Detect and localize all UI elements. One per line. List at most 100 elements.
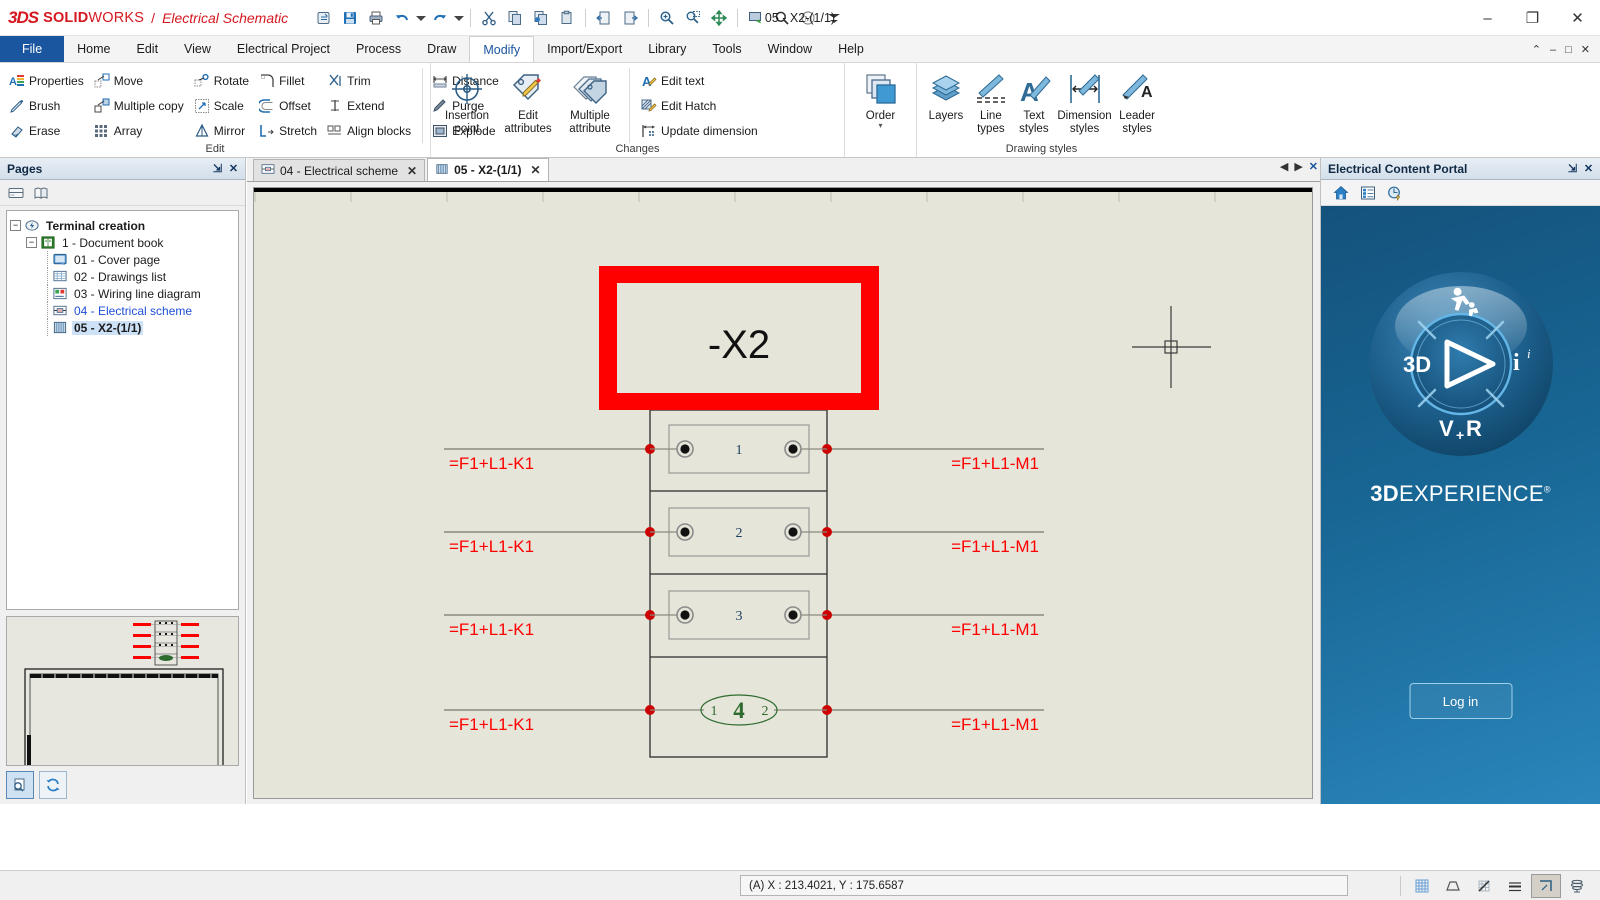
edit-text-button[interactable]: A Edit text (638, 68, 765, 93)
go-to-icon[interactable] (744, 6, 768, 30)
paste-icon[interactable] (555, 6, 579, 30)
menu-window[interactable]: Window (755, 36, 825, 62)
tree-node-cover-page[interactable]: 01 - Cover page (10, 251, 235, 268)
cut-icon[interactable] (477, 6, 501, 30)
menu-help[interactable]: Help (825, 36, 877, 62)
more-icon[interactable] (822, 6, 846, 30)
dimension-styles-button[interactable]: Dimension styles (1055, 68, 1114, 137)
menu-import-export[interactable]: Import/Export (534, 36, 635, 62)
tree-expander-book[interactable]: − (26, 237, 37, 248)
erase-button[interactable]: Erase (6, 118, 91, 143)
print-icon[interactable] (364, 6, 388, 30)
pages-close-icon[interactable]: ✕ (226, 161, 241, 176)
update-dimension-button[interactable]: Update dimension (638, 118, 765, 143)
copy-icon[interactable] (503, 6, 527, 30)
tab-x2[interactable]: 05 - X2-(1/1) ✕ (427, 158, 549, 181)
minimize-button[interactable]: – (1465, 0, 1510, 36)
edit-attributes-button[interactable]: Edit attributes (497, 68, 559, 137)
fillet-button[interactable]: Fillet (256, 68, 324, 93)
tree-node-document-book[interactable]: − 1 - Document book (10, 234, 235, 251)
ecp-pin-icon[interactable]: ⇲ (1565, 161, 1580, 176)
properties-button[interactable]: A Properties (6, 68, 91, 93)
zoom-in-icon[interactable] (655, 6, 679, 30)
scale-button[interactable]: Scale (191, 93, 256, 118)
search-icon[interactable] (770, 6, 794, 30)
menu-home[interactable]: Home (64, 36, 123, 62)
order-caret-icon[interactable]: ▾ (878, 121, 882, 130)
page-preview[interactable] (6, 616, 239, 766)
doc-close-icon[interactable]: ✕ (1581, 43, 1590, 56)
ecp-close-icon[interactable]: ✕ (1581, 161, 1596, 176)
edit-hatch-button[interactable]: Edit Hatch (638, 93, 765, 118)
mirror-button[interactable]: Mirror (191, 118, 256, 143)
print-preview-icon[interactable] (1562, 874, 1592, 898)
multiple-copy-button[interactable]: Multiple copy (91, 93, 191, 118)
tree-node-wiring-line-diagram[interactable]: 03 - Wiring line diagram (10, 285, 235, 302)
redo-dropdown-icon[interactable] (454, 6, 465, 30)
order-button[interactable]: Order ▾ (851, 68, 910, 131)
tab-close-icon-x2[interactable]: ✕ (530, 163, 540, 177)
text-styles-button[interactable]: A Text styles (1013, 68, 1055, 137)
export-icon[interactable] (618, 6, 642, 30)
mark-icon[interactable]: M (796, 6, 820, 30)
offset-button[interactable]: Offset (256, 93, 324, 118)
menu-modify[interactable]: Modify (469, 36, 535, 62)
tree-node-x2-terminal[interactable]: 05 - X2-(1/1) (10, 319, 235, 336)
login-button[interactable]: Log in (1409, 683, 1512, 719)
tab-close-all-icon[interactable]: ✕ (1309, 160, 1318, 173)
menu-library[interactable]: Library (635, 36, 699, 62)
polar-toggle-icon[interactable] (1531, 873, 1561, 898)
lineweight-toggle-icon[interactable] (1500, 874, 1530, 898)
array-button[interactable]: Array (91, 118, 191, 143)
menu-edit[interactable]: Edit (124, 36, 172, 62)
redo-icon[interactable] (428, 6, 452, 30)
tab-prev-icon[interactable]: ◀ (1280, 160, 1288, 173)
insertion-point-button[interactable]: Insertion point (437, 68, 497, 137)
multiple-attribute-button[interactable]: Multiple attribute (559, 68, 621, 137)
pan-icon[interactable] (707, 6, 731, 30)
save-icon[interactable] (338, 6, 362, 30)
tab-next-icon[interactable]: ▶ (1294, 160, 1302, 173)
restore-button[interactable]: ❐ (1510, 0, 1555, 36)
import-icon[interactable] (592, 6, 616, 30)
tree-node-terminal-creation[interactable]: − Terminal creation (10, 217, 235, 234)
doc-restore-icon[interactable]: □ (1565, 44, 1572, 56)
zoom-window-icon[interactable] (681, 6, 705, 30)
menu-file[interactable]: File (0, 36, 65, 62)
trim-button[interactable]: Trim (324, 68, 418, 93)
menu-view[interactable]: View (171, 36, 224, 62)
ortho-toggle-icon[interactable] (1438, 874, 1468, 898)
undo-icon[interactable] (390, 6, 414, 30)
leader-styles-button[interactable]: A Leader styles (1114, 68, 1160, 137)
new-document-icon[interactable] (312, 6, 336, 30)
preview-refresh-button[interactable] (39, 771, 67, 799)
layers-button[interactable]: Layers (923, 68, 969, 137)
doc-minimize-icon[interactable]: – (1550, 44, 1556, 56)
book-view-icon[interactable] (30, 182, 52, 203)
tab-electrical-scheme[interactable]: M 04 - Electrical scheme ✕ (253, 159, 426, 181)
tree-node-drawings-list[interactable]: 02 - Drawings list (10, 268, 235, 285)
brush-button[interactable]: Brush (6, 93, 91, 118)
electrical-content-icon[interactable] (1383, 182, 1407, 204)
menu-process[interactable]: Process (343, 36, 414, 62)
align-blocks-button[interactable]: Align blocks (324, 118, 418, 143)
tree-expander[interactable]: − (10, 220, 21, 231)
ribbon-collapse-icon[interactable]: ⌃ (1532, 43, 1541, 56)
pages-pin-icon[interactable]: ⇲ (210, 161, 225, 176)
catalog-icon[interactable] (1356, 182, 1380, 204)
page-view-icon[interactable] (5, 182, 27, 203)
copy-format-icon[interactable] (529, 6, 553, 30)
rotate-button[interactable]: Rotate (191, 68, 256, 93)
tab-close-icon[interactable]: ✕ (407, 164, 417, 178)
close-button[interactable]: ✕ (1555, 0, 1600, 36)
line-types-button[interactable]: Line types (969, 68, 1013, 137)
undo-dropdown-icon[interactable] (416, 6, 427, 30)
menu-tools[interactable]: Tools (699, 36, 754, 62)
extend-button[interactable]: Extend (324, 93, 418, 118)
3dexperience-compass[interactable]: 3D i i V + R (1361, 264, 1561, 467)
preview-zoom-button[interactable] (6, 771, 34, 799)
drawing-canvas[interactable]: -X2 1 =F1+L1-K1 =F1+L1-M1 2 =F1+L1-K1 =F… (253, 187, 1313, 799)
home-icon[interactable] (1329, 182, 1353, 204)
menu-electrical-project[interactable]: Electrical Project (224, 36, 343, 62)
move-button[interactable]: Move (91, 68, 191, 93)
